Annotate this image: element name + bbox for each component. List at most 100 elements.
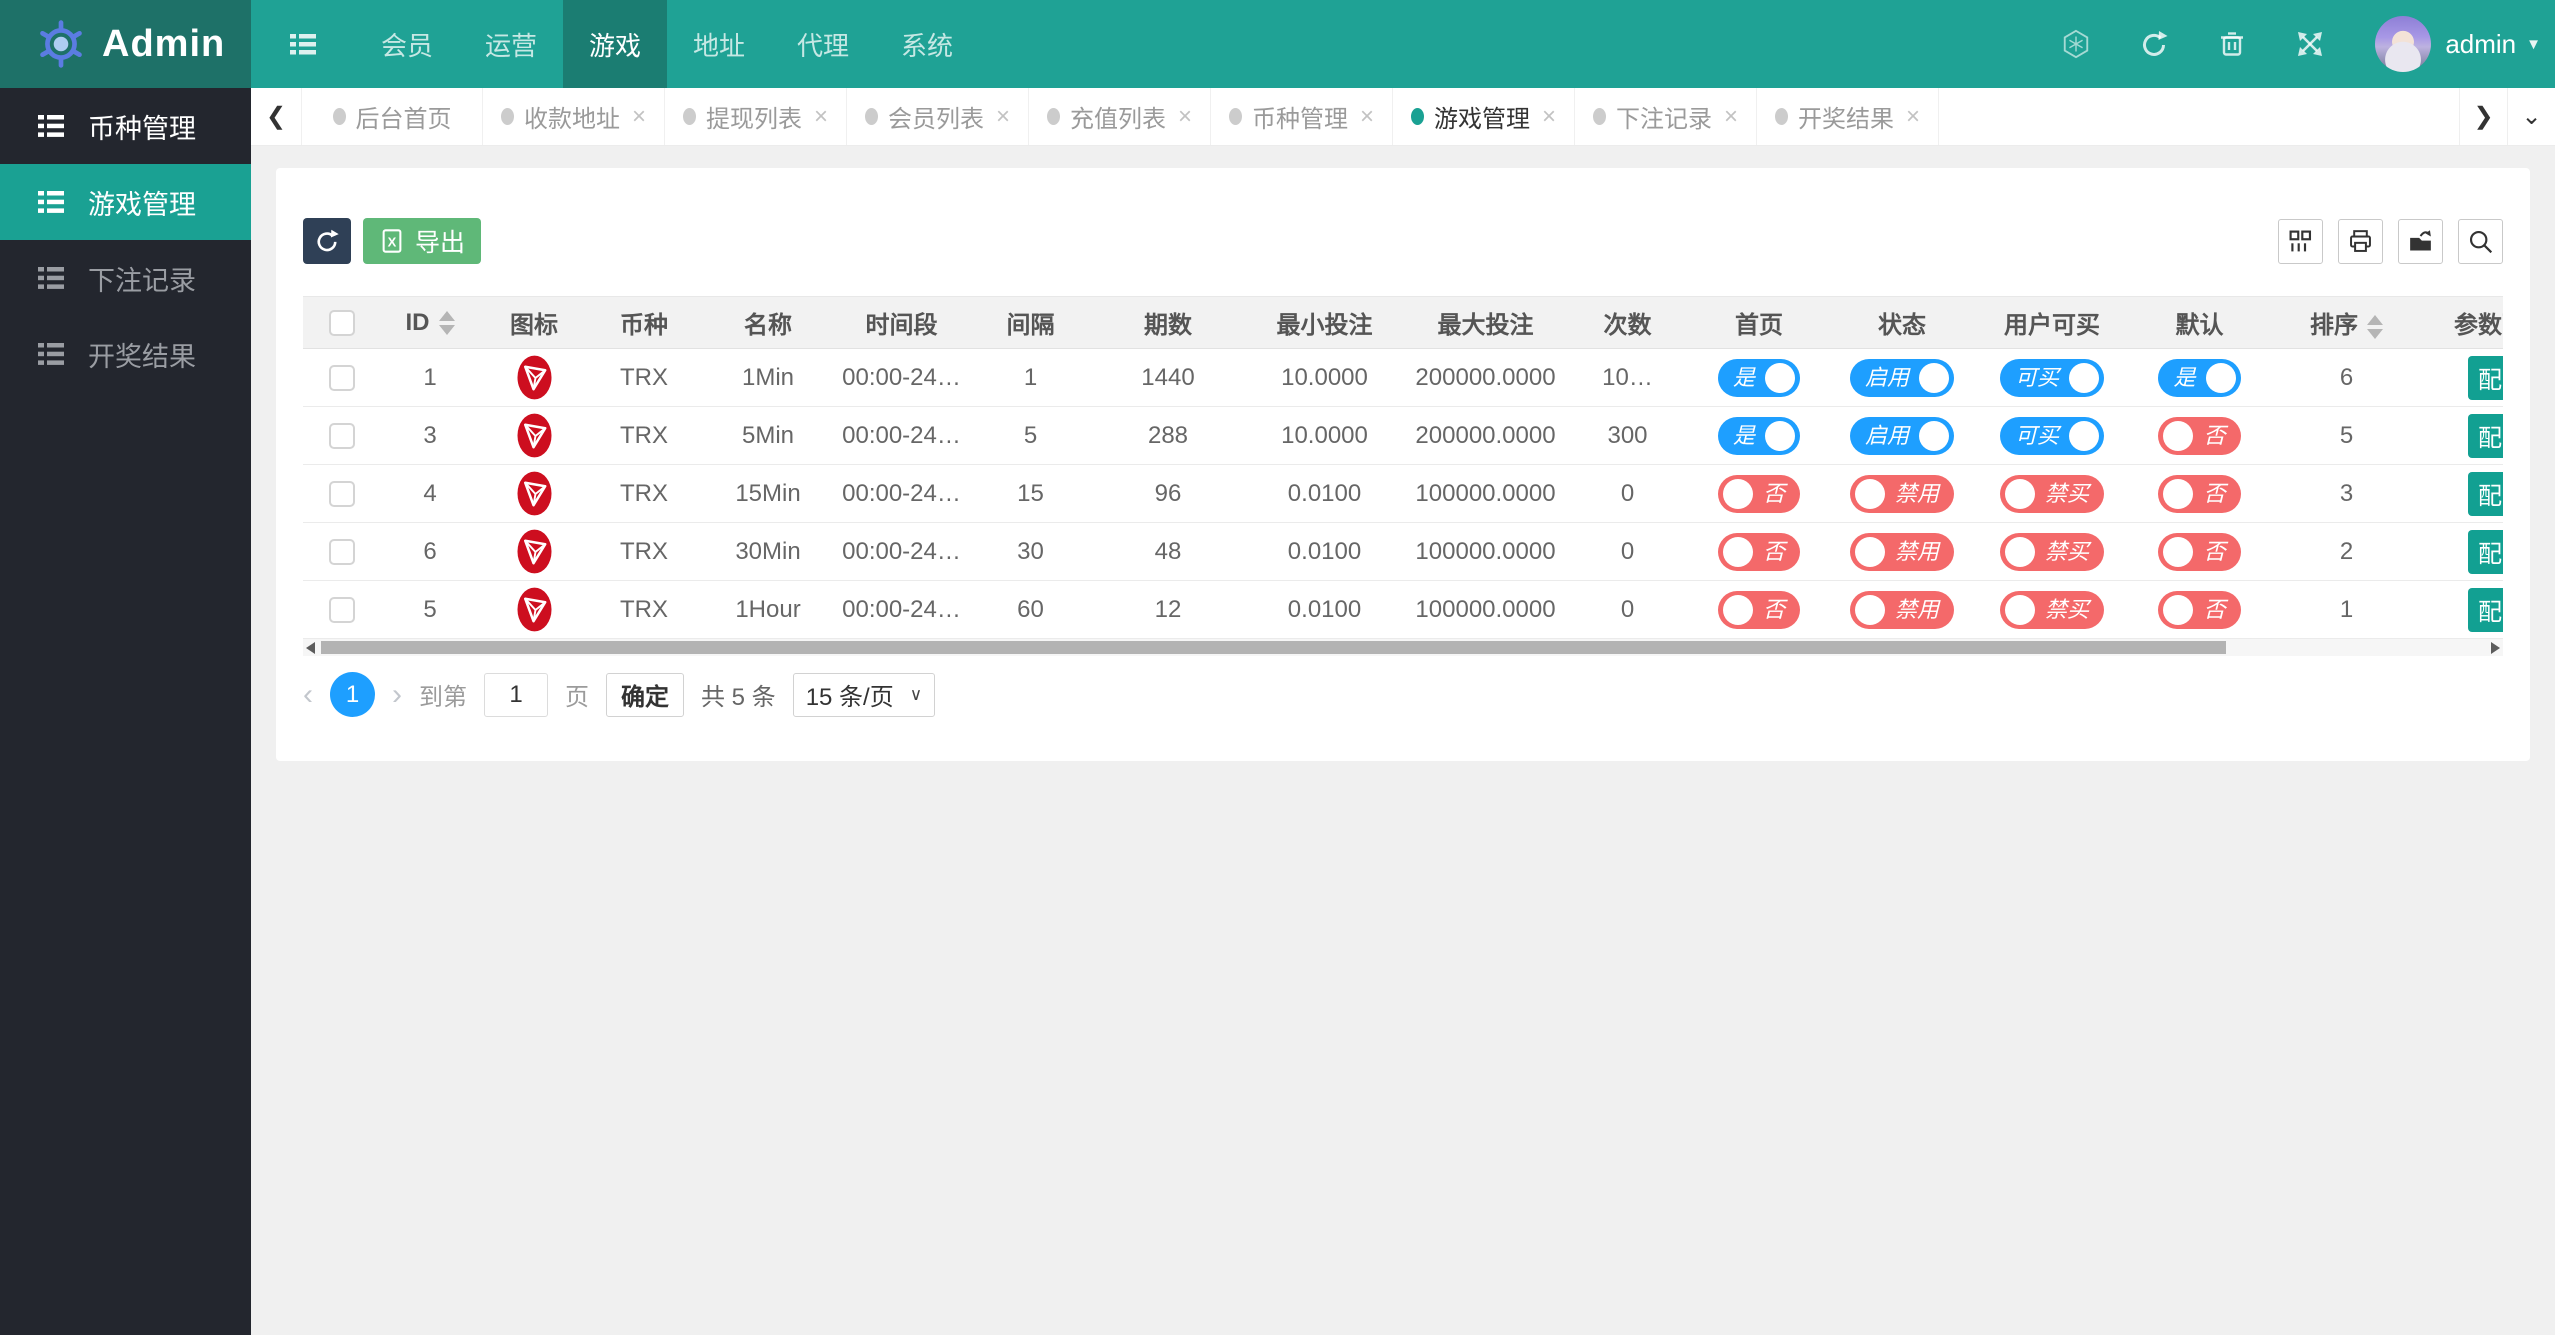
export-button[interactable]: X 导出 xyxy=(363,218,482,264)
export-data-button[interactable] xyxy=(2398,218,2443,264)
default-toggle[interactable]: 是 xyxy=(2158,358,2241,397)
clear-cache-button[interactable] xyxy=(2193,0,2271,88)
status-toggle[interactable]: 禁用 xyxy=(1849,532,1954,571)
config-button[interactable]: 配置 xyxy=(2468,587,2503,632)
tab-close-icon[interactable]: × xyxy=(814,103,828,131)
sidebar-item[interactable]: 币种管理 xyxy=(0,88,251,164)
cell-default: 是 xyxy=(2127,348,2272,407)
config-button[interactable]: 配置 xyxy=(2468,355,2503,400)
tab-item[interactable]: 游戏管理 × xyxy=(1393,88,1575,145)
tab-label: 开奖结果 xyxy=(1797,106,1894,133)
theme-button[interactable] xyxy=(2037,0,2115,88)
tab-item[interactable]: 会员列表 × xyxy=(847,88,1029,145)
tabs-more-button[interactable]: ⌄ xyxy=(2507,88,2555,145)
tab-close-icon[interactable]: × xyxy=(1178,103,1192,131)
sidebar-collapse-button[interactable] xyxy=(251,0,355,88)
sort-icon[interactable] xyxy=(2367,314,2383,339)
default-toggle[interactable]: 否 xyxy=(2158,590,2241,629)
fullscreen-button[interactable] xyxy=(2271,0,2349,88)
sidebar-item[interactable]: 游戏管理 xyxy=(0,164,251,240)
sidebar-item[interactable]: 开奖结果 xyxy=(0,316,251,392)
cell-max-bet: 100000.0000 xyxy=(1407,464,1564,523)
row-checkbox[interactable] xyxy=(328,597,355,624)
scrollbar-left-arrow-icon[interactable] xyxy=(306,642,315,654)
config-button[interactable]: 配置 xyxy=(2468,471,2503,516)
config-button[interactable]: 配置 xyxy=(2468,413,2503,458)
hexagon-icon xyxy=(2064,29,2089,59)
cell-id: 4 xyxy=(380,464,480,523)
nav-menu-item[interactable]: 会员 xyxy=(355,0,459,88)
home-toggle[interactable]: 是 xyxy=(1717,416,1800,455)
page-number-input[interactable] xyxy=(484,672,548,717)
nav-menu-item[interactable]: 系统 xyxy=(875,0,979,88)
tab-item[interactable]: 开奖结果 × xyxy=(1757,88,1939,145)
cell-times: 0 xyxy=(1564,464,1691,523)
buyable-toggle[interactable]: 可买 xyxy=(1999,358,2104,397)
nav-menu-item[interactable]: 地址 xyxy=(667,0,771,88)
pagination: ‹ 1 › 到第 页 确定 共 5 条 15 条/页 ∨ xyxy=(303,672,2503,717)
home-toggle[interactable]: 否 xyxy=(1717,532,1800,571)
buyable-toggle[interactable]: 禁买 xyxy=(1999,532,2104,571)
home-toggle[interactable]: 否 xyxy=(1717,590,1800,629)
columns-filter-button[interactable] xyxy=(2278,218,2323,264)
nav-menu-item[interactable]: 代理 xyxy=(771,0,875,88)
column-header: 名称 xyxy=(700,296,836,349)
tab-close-icon[interactable]: × xyxy=(1542,103,1556,131)
cell-coin: TRX xyxy=(588,522,700,581)
tab-close-icon[interactable]: × xyxy=(1724,103,1738,131)
nav-menu-item[interactable]: 运营 xyxy=(459,0,563,88)
config-button[interactable]: 配置 xyxy=(2468,529,2503,574)
refresh-page-button[interactable] xyxy=(2115,0,2193,88)
status-toggle[interactable]: 禁用 xyxy=(1849,590,1954,629)
status-toggle[interactable]: 启用 xyxy=(1849,416,1954,455)
search-icon xyxy=(2469,230,2493,253)
tab-item[interactable]: 下注记录 × xyxy=(1575,88,1757,145)
tab-item[interactable]: 币种管理 × xyxy=(1211,88,1393,145)
row-checkbox[interactable] xyxy=(328,365,355,392)
refresh-table-button[interactable] xyxy=(303,218,351,264)
home-toggle[interactable]: 否 xyxy=(1717,474,1800,513)
row-checkbox[interactable] xyxy=(328,423,355,450)
nav-menu-item[interactable]: 游戏 xyxy=(563,0,667,88)
tabs-scroll-left-button[interactable]: ❮ xyxy=(251,88,301,145)
user-menu[interactable]: admin ▼ xyxy=(2445,29,2541,60)
buyable-toggle[interactable]: 可买 xyxy=(1999,416,2104,455)
current-page-button[interactable]: 1 xyxy=(330,672,375,717)
search-button[interactable] xyxy=(2458,218,2503,264)
cell-interval: 5 xyxy=(967,406,1094,465)
tab-close-icon[interactable]: × xyxy=(1906,103,1920,131)
tabs-scroll-right-button[interactable]: ❯ xyxy=(2459,88,2507,145)
row-checkbox[interactable] xyxy=(328,539,355,566)
default-toggle[interactable]: 否 xyxy=(2158,532,2241,571)
tab-item[interactable]: 提现列表 × xyxy=(665,88,847,145)
confirm-page-button[interactable]: 确定 xyxy=(606,672,684,717)
select-all-checkbox[interactable] xyxy=(328,310,355,337)
next-page-button[interactable]: › xyxy=(392,679,402,710)
tab-item[interactable]: 收款地址 × xyxy=(483,88,665,145)
status-toggle[interactable]: 禁用 xyxy=(1849,474,1954,513)
page-size-select[interactable]: 15 条/页 ∨ xyxy=(792,672,936,717)
print-button[interactable] xyxy=(2338,218,2383,264)
buyable-toggle[interactable]: 禁买 xyxy=(1999,590,2104,629)
sort-icon[interactable] xyxy=(438,311,455,336)
home-toggle[interactable]: 是 xyxy=(1717,358,1800,397)
tab-close-icon[interactable]: × xyxy=(996,103,1010,131)
tab-item[interactable]: 充值列表 × xyxy=(1029,88,1211,145)
column-header: 状态 xyxy=(1827,296,1977,349)
horizontal-scrollbar[interactable] xyxy=(303,639,2503,656)
tab-close-icon[interactable]: × xyxy=(632,103,646,131)
column-header[interactable]: 排序 xyxy=(2272,296,2421,349)
scrollbar-right-arrow-icon[interactable] xyxy=(2491,642,2500,654)
default-toggle[interactable]: 否 xyxy=(2158,474,2241,513)
tab-item[interactable]: 后台首页 × xyxy=(301,88,483,145)
user-avatar[interactable] xyxy=(2375,16,2432,72)
sidebar-item[interactable]: 下注记录 xyxy=(0,240,251,316)
status-toggle[interactable]: 启用 xyxy=(1849,358,1954,397)
buyable-toggle[interactable]: 禁买 xyxy=(1999,474,2104,513)
column-header[interactable]: ID xyxy=(380,296,480,349)
prev-page-button[interactable]: ‹ xyxy=(303,679,313,710)
row-checkbox[interactable] xyxy=(328,481,355,508)
tab-close-icon[interactable]: × xyxy=(1360,103,1374,131)
scrollbar-thumb[interactable] xyxy=(321,641,2226,654)
default-toggle[interactable]: 否 xyxy=(2158,416,2241,455)
